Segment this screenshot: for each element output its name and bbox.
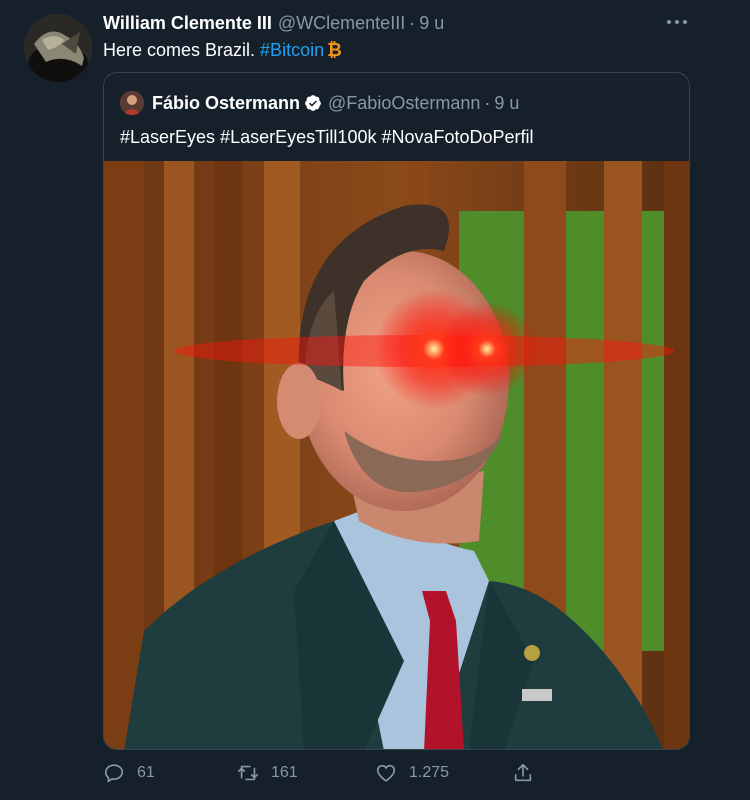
tweet-actions: 61 161 1.275 — [103, 760, 543, 786]
author-handle[interactable]: @WClementeIII — [278, 13, 405, 34]
quoted-tweet-timestamp[interactable]: 9 u — [494, 93, 519, 114]
share-button[interactable] — [512, 760, 534, 786]
tweet-text: Here comes Brazil. #Bitcoin ₿ — [103, 38, 342, 62]
author-name[interactable]: William Clemente III — [103, 13, 272, 34]
tweet: William Clemente III @WClementeIII · 9 u… — [0, 0, 750, 800]
hashtag-link[interactable]: #Bitcoin — [260, 38, 324, 62]
retweet-icon — [238, 765, 258, 781]
retweet-count: 161 — [271, 764, 298, 781]
quoted-tweet[interactable]: Fábio Ostermann @FabioOstermann · 9 u #L… — [103, 72, 690, 750]
more-options-icon[interactable] — [664, 12, 690, 32]
share-icon — [514, 763, 532, 782]
retweet-button[interactable]: 161 — [237, 760, 298, 786]
quoted-author-name[interactable]: Fábio Ostermann — [152, 93, 300, 114]
bitcoin-icon: ₿ — [327, 40, 342, 60]
separator-dot: · — [409, 12, 416, 33]
tweet-header: William Clemente III @WClementeIII · 9 u — [103, 10, 444, 36]
reply-button[interactable]: 61 — [103, 760, 155, 786]
heart-icon — [376, 764, 396, 782]
tweet-body: Here comes Brazil. — [103, 40, 256, 60]
verified-badge-icon — [305, 95, 321, 111]
quoted-tweet-text: #LaserEyes #LaserEyesTill100k #NovaFotoD… — [120, 127, 534, 147]
like-button[interactable]: 1.275 — [375, 760, 449, 786]
quoted-tweet-header: Fábio Ostermann @FabioOstermann · 9 u — [120, 91, 519, 115]
quoted-author-avatar[interactable] — [120, 91, 144, 115]
quoted-author-handle[interactable]: @FabioOstermann — [328, 93, 480, 114]
tweet-timestamp[interactable]: 9 u — [419, 13, 444, 34]
like-count: 1.275 — [409, 764, 450, 781]
quoted-separator-dot: · — [484, 92, 491, 113]
quoted-tweet-photo[interactable] — [104, 161, 689, 749]
author-avatar[interactable] — [24, 14, 92, 82]
reply-icon — [104, 764, 124, 783]
reply-count: 61 — [137, 764, 155, 781]
